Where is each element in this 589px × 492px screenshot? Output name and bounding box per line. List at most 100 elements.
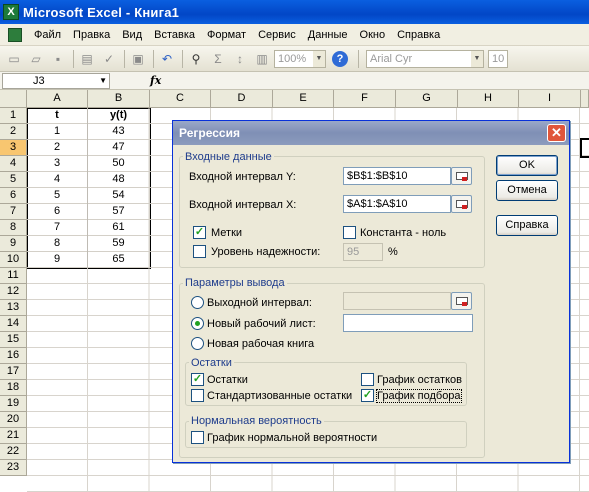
row-header[interactable]: 21	[0, 428, 27, 444]
close-icon[interactable]: ✕	[547, 124, 566, 142]
column-header[interactable]: E	[273, 90, 334, 108]
chevron-down-icon[interactable]: ▼	[471, 50, 483, 67]
new-icon[interactable]: ▭	[4, 49, 24, 69]
chevron-down-icon[interactable]: ▼	[99, 74, 107, 88]
row-header[interactable]: 9	[0, 236, 27, 252]
table-cell[interactable]: 1	[27, 124, 88, 140]
row-header[interactable]: 11	[0, 268, 27, 284]
menu-view[interactable]: Вид	[116, 29, 148, 41]
help-button[interactable]: Справка	[496, 215, 558, 236]
new-sheet-radio[interactable]	[191, 317, 204, 330]
menu-format[interactable]: Формат	[201, 29, 252, 41]
normal-plot-checkbox[interactable]	[191, 431, 204, 444]
labels-checkbox[interactable]: ✓	[193, 226, 206, 239]
column-header[interactable]: B	[88, 90, 150, 108]
row-header[interactable]: 20	[0, 412, 27, 428]
autosum-icon[interactable]: Σ	[208, 49, 228, 69]
dialog-title[interactable]: Регрессия	[173, 121, 569, 145]
column-header[interactable]: H	[458, 90, 519, 108]
y-range-input[interactable]: $B$1:$B$10	[343, 167, 451, 185]
column-header[interactable]: G	[396, 90, 458, 108]
table-cell[interactable]: 57	[88, 204, 150, 220]
row-header[interactable]: 1	[0, 108, 27, 124]
new-sheet-input[interactable]	[343, 314, 473, 332]
std-residuals-checkbox[interactable]	[191, 389, 204, 402]
fit-plot-checkbox[interactable]: ✓	[361, 389, 374, 402]
table-cell[interactable]: 7	[27, 220, 88, 236]
column-header[interactable]: F	[334, 90, 396, 108]
table-cell[interactable]: 48	[88, 172, 150, 188]
row-header[interactable]: 4	[0, 156, 27, 172]
constant-zero-checkbox[interactable]	[343, 226, 356, 239]
menu-data[interactable]: Данные	[302, 29, 354, 41]
undo-icon[interactable]: ↶	[157, 49, 177, 69]
menu-help[interactable]: Справка	[391, 29, 446, 41]
row-header[interactable]: 6	[0, 188, 27, 204]
residual-plot-checkbox[interactable]	[361, 373, 374, 386]
output-range-radio[interactable]	[191, 296, 204, 309]
table-cell[interactable]: 59	[88, 236, 150, 252]
workbook-icon[interactable]	[8, 27, 22, 42]
row-header[interactable]: 22	[0, 444, 27, 460]
row-header[interactable]: 18	[0, 380, 27, 396]
row-header[interactable]: 2	[0, 124, 27, 140]
open-icon[interactable]: ▱	[26, 49, 46, 69]
name-box[interactable]: J3 ▼	[2, 72, 110, 89]
font-size-combo[interactable]: 10	[488, 49, 508, 68]
row-header[interactable]: 14	[0, 316, 27, 332]
row-header[interactable]: 13	[0, 300, 27, 316]
menu-insert[interactable]: Вставка	[148, 29, 201, 41]
new-book-radio[interactable]	[191, 337, 204, 350]
print-icon[interactable]: ▤	[77, 49, 97, 69]
table-cell[interactable]: 6	[27, 204, 88, 220]
confidence-input[interactable]: 95	[343, 243, 383, 261]
row-header[interactable]: 7	[0, 204, 27, 220]
chart-wizard-icon[interactable]: ▥	[252, 49, 272, 69]
cell-header-t[interactable]: t	[27, 108, 88, 124]
table-cell[interactable]: 8	[27, 236, 88, 252]
table-cell[interactable]: 50	[88, 156, 150, 172]
select-all-corner[interactable]	[0, 90, 27, 108]
row-header[interactable]: 15	[0, 332, 27, 348]
row-header[interactable]: 10	[0, 252, 27, 268]
help-icon[interactable]: ?	[330, 49, 350, 69]
output-range-collapse-icon[interactable]	[451, 292, 472, 310]
column-header[interactable]	[581, 90, 589, 108]
output-range-input[interactable]	[343, 292, 451, 310]
row-header[interactable]: 5	[0, 172, 27, 188]
row-header[interactable]: 16	[0, 348, 27, 364]
cancel-button[interactable]: Отмена	[496, 180, 558, 201]
table-cell[interactable]: 61	[88, 220, 150, 236]
table-cell[interactable]: 43	[88, 124, 150, 140]
menu-file[interactable]: Файл	[28, 29, 67, 41]
table-cell[interactable]: 3	[27, 156, 88, 172]
menu-window[interactable]: Окно	[354, 29, 392, 41]
table-cell[interactable]: 5	[27, 188, 88, 204]
row-header[interactable]: 23	[0, 460, 27, 476]
table-cell[interactable]: 65	[88, 252, 150, 268]
y-range-collapse-icon[interactable]	[451, 167, 472, 185]
table-cell[interactable]: 4	[27, 172, 88, 188]
menu-tools[interactable]: Сервис	[252, 29, 302, 41]
x-range-input[interactable]: $A$1:$A$10	[343, 195, 451, 213]
sort-icon[interactable]: ↕	[230, 49, 250, 69]
chevron-down-icon[interactable]: ▼	[313, 50, 325, 67]
table-cell[interactable]: 47	[88, 140, 150, 156]
column-header[interactable]: I	[519, 90, 581, 108]
row-header[interactable]: 8	[0, 220, 27, 236]
row-header[interactable]: 17	[0, 364, 27, 380]
save-icon[interactable]: ▪	[48, 49, 68, 69]
x-range-collapse-icon[interactable]	[451, 195, 472, 213]
zoom-combo[interactable]: 100% ▼	[274, 49, 326, 68]
table-cell[interactable]: 2	[27, 140, 88, 156]
row-header[interactable]: 19	[0, 396, 27, 412]
fx-icon[interactable]: fx	[150, 74, 161, 87]
spelling-icon[interactable]: ✓	[99, 49, 119, 69]
table-cell[interactable]: 9	[27, 252, 88, 268]
hyperlink-icon[interactable]: ⚲	[186, 49, 206, 69]
cell-header-y[interactable]: y(t)	[88, 108, 150, 124]
font-combo[interactable]: Arial Cyr ▼	[366, 49, 484, 68]
confidence-checkbox[interactable]	[193, 245, 206, 258]
column-header[interactable]: A	[27, 90, 88, 108]
ok-button[interactable]: OK	[496, 155, 558, 176]
